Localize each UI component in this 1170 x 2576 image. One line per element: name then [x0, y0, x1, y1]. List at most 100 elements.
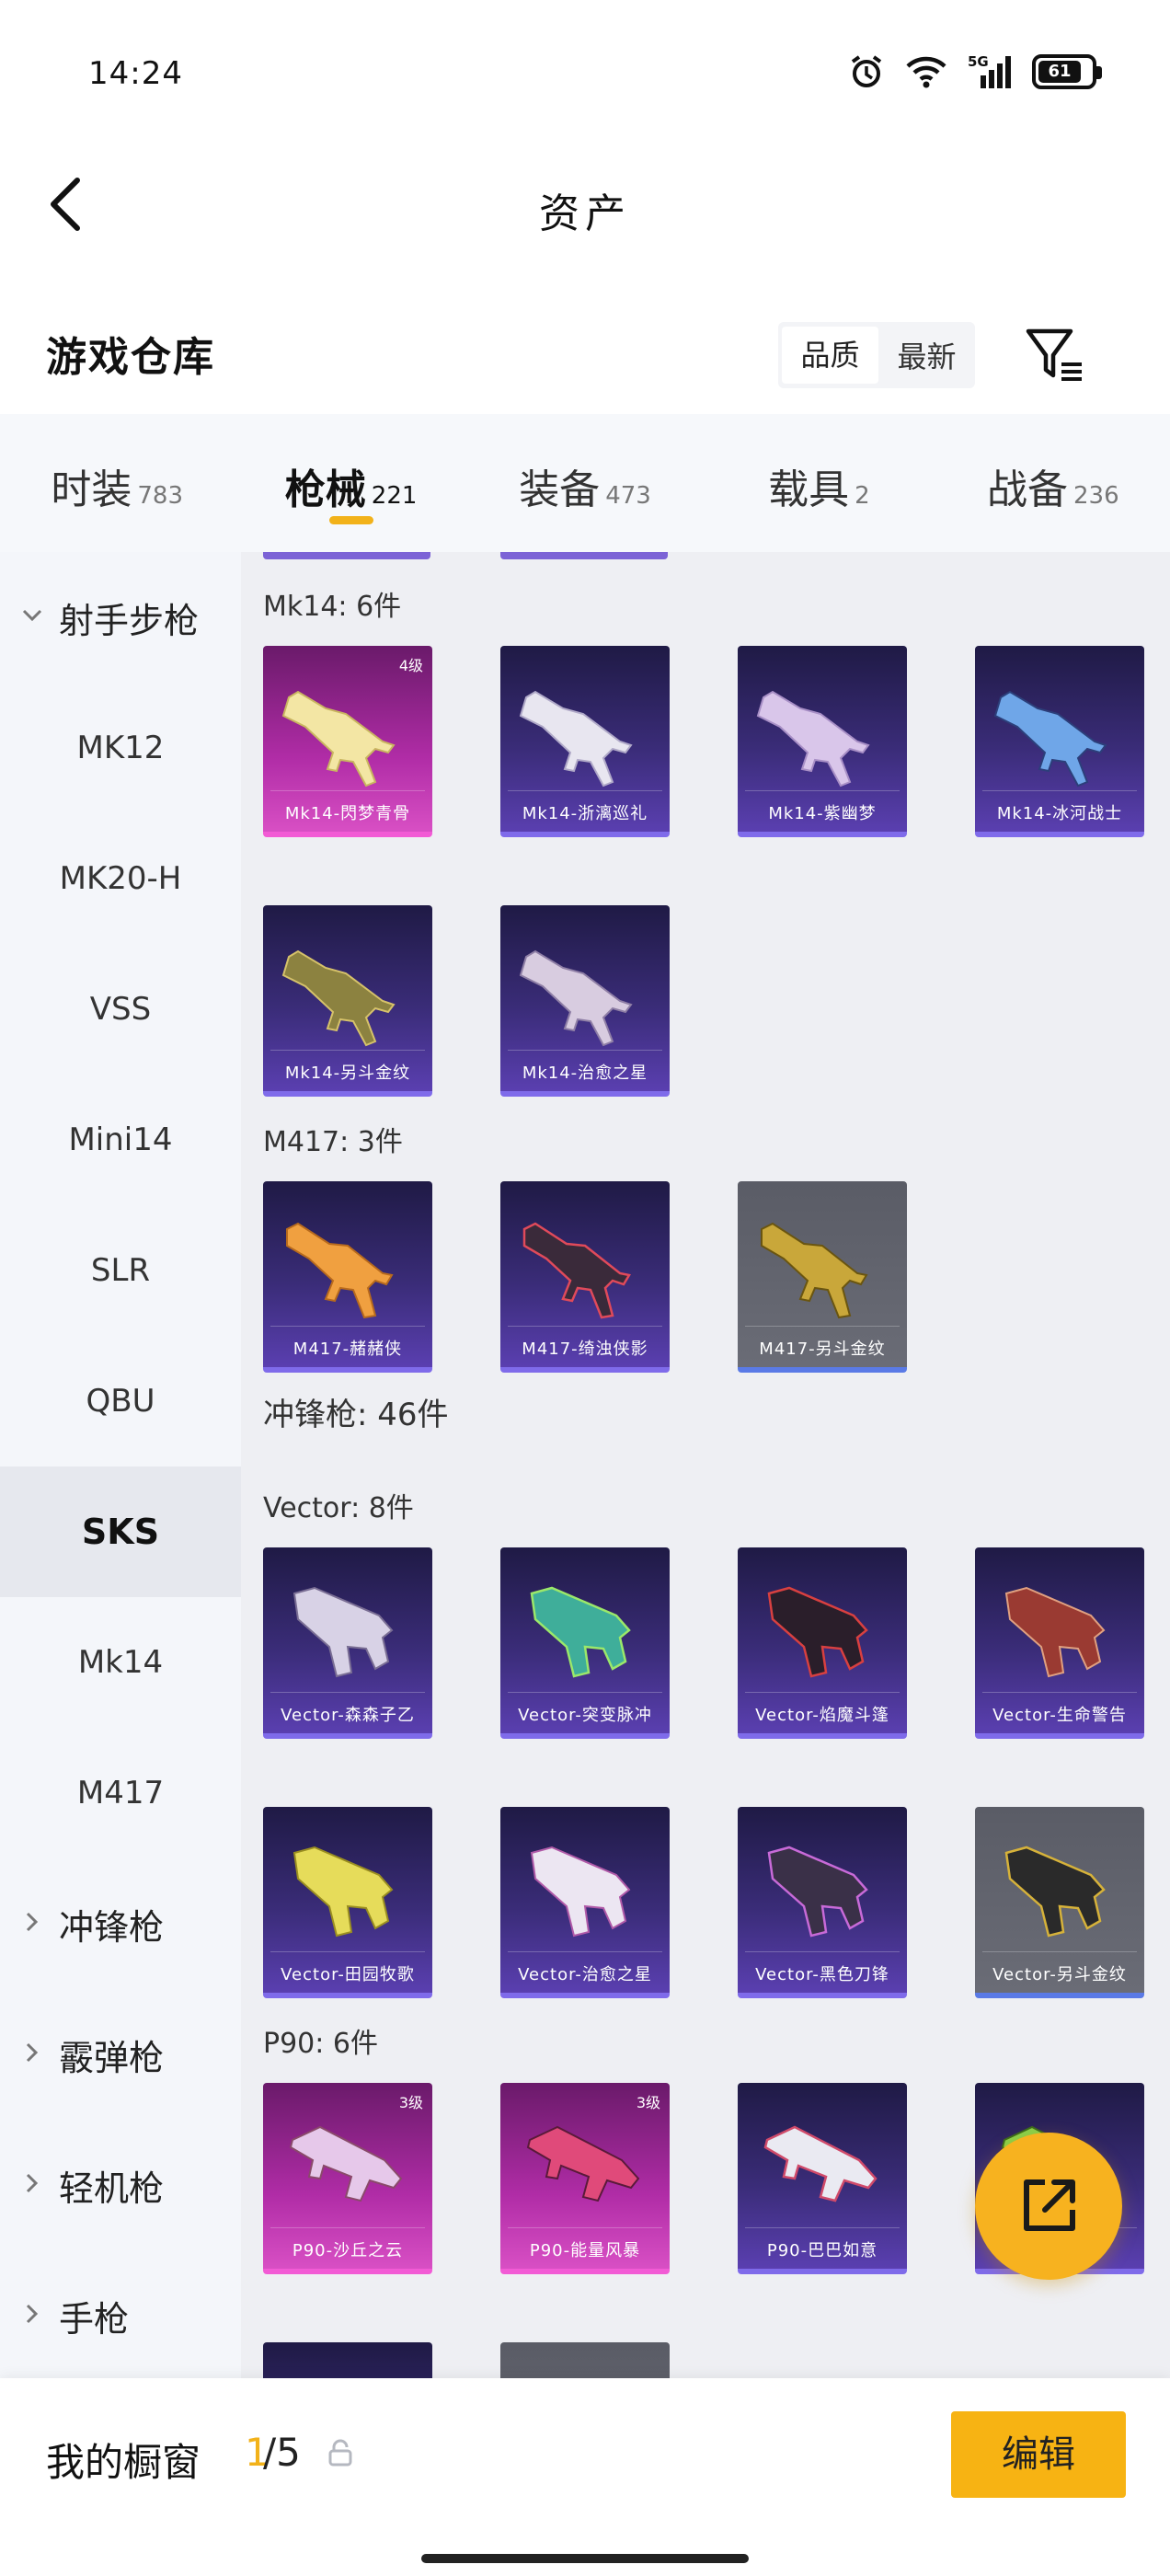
tab-count: 221 [371, 482, 418, 510]
skin-card[interactable]: M417-赭赭侠 [263, 1181, 432, 1373]
skin-card[interactable]: Vector-黑色刀锋 [738, 1807, 907, 1998]
skin-card[interactable]: 3级 P90-能量风暴 [500, 2083, 670, 2274]
card-name: Vector-另斗金纹 [992, 1965, 1127, 1984]
share-button[interactable] [975, 2133, 1122, 2280]
skin-card[interactable]: Vector-突变脉冲 [500, 1547, 670, 1739]
section-title-m417: M417: 3件 [263, 1126, 403, 1158]
sort-latest[interactable]: 最新 [878, 334, 975, 376]
chevron-down-icon [22, 609, 42, 622]
skin-card[interactable]: Vector-田园牧歌 [263, 1807, 432, 1998]
signal-icon: 5G [968, 53, 1011, 88]
lock-icon [328, 2439, 352, 2467]
card-level: 3级 [398, 2094, 423, 2111]
card-name: Mk14-冰河战士 [996, 804, 1123, 823]
card-divider [270, 1951, 425, 1952]
skin-card[interactable]: Mk14-另斗金纹 [263, 905, 432, 1097]
category-tabs: 时装 783 枪械 221 装备 473 载具 2 战备 236 [0, 414, 1170, 552]
showcase-total: /5 [263, 2430, 301, 2475]
card-name: Vector-生命警告 [992, 1706, 1127, 1725]
smg-icon [767, 1846, 868, 1938]
rifle-icon [281, 690, 396, 788]
skin-card[interactable]: Vector-焰魔斗篷 [738, 1547, 907, 1739]
tab-vehicles[interactable]: 载具 2 [702, 414, 935, 552]
chevron-right-icon [26, 2042, 39, 2063]
card-divider [508, 790, 662, 791]
share-icon [1024, 2179, 1075, 2231]
weapon-sidebar: 射手步枪 MK12 MK20-H VSS Mini14 SLR QBU SKS … [0, 552, 241, 2392]
sidebar-item-vss[interactable]: VSS [0, 944, 241, 1075]
skin-card[interactable]: Mk14-紫幽梦 [738, 646, 907, 837]
card-divider [745, 790, 900, 791]
sidebar-item-qbu[interactable]: QBU [0, 1336, 241, 1466]
sidebar-item-mk14[interactable]: Mk14 [0, 1597, 241, 1728]
skin-card[interactable] [263, 2342, 432, 2378]
card-name: Mk14-紫幽梦 [768, 804, 877, 823]
skin-card[interactable]: Vector-治愈之星 [500, 1807, 670, 1998]
card-divider [270, 1050, 425, 1051]
tab-weapons[interactable]: 枪械 221 [234, 414, 467, 552]
skin-card[interactable]: 3级 P90-沙丘之云 [263, 2083, 432, 2274]
sidebar-item-slr[interactable]: SLR [0, 1205, 241, 1336]
tab-equipment[interactable]: 装备 473 [468, 414, 702, 552]
battery-level: 61 [1038, 61, 1081, 83]
skin-card[interactable] [500, 2342, 670, 2378]
tab-fashion[interactable]: 时装 783 [0, 414, 234, 552]
status-time: 14:24 [88, 55, 183, 92]
tab-supplies[interactable]: 战备 236 [936, 414, 1170, 552]
tab-label: 战备 [987, 466, 1068, 513]
skin-card[interactable]: Mk14-治愈之星 [500, 905, 670, 1097]
edit-button[interactable]: 编辑 [951, 2411, 1126, 2498]
status-icons: 5G 61 [848, 53, 1102, 90]
card-stub [500, 552, 668, 559]
page-title: 资产 [539, 190, 631, 237]
tab-label: 枪械 [284, 466, 366, 513]
card-name: Mk14-浙漓巡礼 [522, 804, 648, 823]
skin-card[interactable]: Mk14-冰河战士 [975, 646, 1144, 837]
card-name: Vector-黑色刀锋 [755, 1965, 889, 1984]
skin-card[interactable]: 4级 Mk14-閃梦青骨 [263, 646, 432, 837]
sidebar-group-lmg[interactable]: 轻机枪 [0, 2120, 241, 2250]
showcase-bar: 我的橱窗 1 /5 编辑 [0, 2378, 1170, 2576]
skin-card[interactable]: M417-另斗金纹 [738, 1181, 907, 1373]
sidebar-group-smg[interactable]: 冲锋枪 [0, 1858, 241, 1989]
skin-card[interactable]: M417-绮浊侠影 [500, 1181, 670, 1373]
card-divider [270, 1326, 425, 1327]
sidebar-item-mini14[interactable]: Mini14 [0, 1075, 241, 1205]
card-divider [508, 1326, 662, 1327]
skin-card[interactable]: Mk14-浙漓巡礼 [500, 646, 670, 837]
filter-icon[interactable] [1023, 322, 1087, 386]
tab-label: 载具 [768, 466, 850, 513]
tab-count: 473 [605, 482, 651, 510]
card-divider [508, 1692, 662, 1693]
skin-card[interactable]: Vector-森森子乙 [263, 1547, 432, 1739]
status-bar: 14:24 5G 61 [0, 0, 1170, 147]
wifi-icon [906, 56, 946, 88]
card-divider [982, 1692, 1137, 1693]
sort-quality[interactable]: 品质 [782, 327, 878, 384]
rifle-icon [756, 690, 870, 788]
card-divider [270, 1692, 425, 1693]
skin-card[interactable]: Vector-另斗金纹 [975, 1807, 1144, 1998]
sidebar-item-mk20h[interactable]: MK20-H [0, 813, 241, 944]
tab-count: 783 [137, 482, 184, 510]
tab-count: 2 [855, 482, 870, 510]
sidebar-item-sks[interactable]: SKS [0, 1466, 241, 1597]
smg-icon [1004, 1586, 1106, 1678]
rifle-icon [286, 1222, 394, 1319]
sidebar-group-dmr[interactable]: 射手步枪 [0, 552, 241, 683]
smg-icon [1004, 1846, 1106, 1938]
sidebar-group-pistol[interactable]: 手枪 [0, 2250, 241, 2381]
sidebar-group-label: 霰弹枪 [59, 2037, 165, 2078]
sidebar-item-m417[interactable]: M417 [0, 1728, 241, 1858]
card-divider [270, 790, 425, 791]
sidebar-group-shotgun[interactable]: 霰弹枪 [0, 1989, 241, 2120]
card-divider [508, 1951, 662, 1952]
skin-card[interactable]: Vector-生命警告 [975, 1547, 1144, 1739]
chevron-right-icon [26, 2173, 39, 2193]
tab-label: 时装 [51, 466, 132, 513]
weapon-grid: Mk14: 6件 4级 Mk14-閃梦青骨 Mk14-浙漓巡礼 Mk14-紫幽梦… [241, 552, 1170, 2378]
card-name: Vector-森森子乙 [281, 1706, 415, 1725]
sidebar-item-mk12[interactable]: MK12 [0, 683, 241, 813]
skin-card[interactable]: P90-巴巴如意 [738, 2083, 907, 2274]
rifle-icon [522, 1222, 631, 1319]
